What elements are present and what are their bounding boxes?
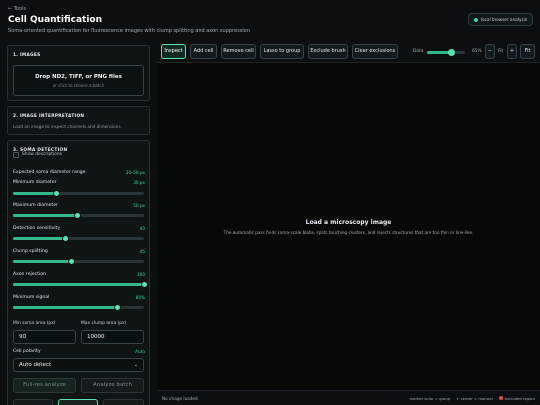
zoom-value: 65%	[472, 49, 482, 54]
sensitivity-slider[interactable]	[13, 235, 144, 242]
axon-row: Axon rejection 100	[13, 272, 145, 277]
clump-slider[interactable]	[13, 258, 144, 265]
max-diameter-slider[interactable]	[13, 212, 144, 219]
sensitivity-label: Detection sensitivity	[13, 226, 61, 231]
status-text: No image loaded.	[162, 396, 199, 401]
hint-manual: + center = manual	[456, 396, 493, 401]
clump-value: 45	[139, 249, 145, 254]
min-signal-value: 80%	[135, 295, 145, 300]
lasso-group-button[interactable]: Lasso to group	[260, 44, 304, 59]
show-descriptions-label: Show descriptions	[22, 152, 62, 157]
slider-handle[interactable]	[61, 235, 69, 242]
header: ← Tools Cell Quantification Soma-oriente…	[0, 0, 540, 42]
add-cell-button[interactable]: Add cell	[190, 44, 217, 59]
status-bar: No image loaded. marker color = group + …	[157, 390, 540, 405]
badge-label: local browser analysis	[480, 17, 527, 22]
slider-handle[interactable]	[140, 281, 148, 288]
show-descriptions-checkbox[interactable]	[13, 152, 19, 158]
slider-fill	[13, 283, 144, 286]
max-clump-input[interactable]: 10000	[81, 330, 144, 344]
max-diameter-label: Maximum diameter	[13, 203, 58, 208]
zoom-label: Data	[413, 49, 424, 54]
slider-handle[interactable]	[114, 304, 122, 311]
empty-state-subtitle: The automatic pass finds soma-scale blob…	[223, 230, 474, 235]
expected-range-label: Expected soma diameter range	[13, 170, 86, 175]
clump-row: Clump splitting 45	[13, 249, 145, 254]
sensitivity-value: 40	[139, 226, 145, 231]
interpretation-panel-title: 2. IMAGE INTERPRETATION	[13, 114, 85, 119]
min-signal-slider[interactable]	[13, 304, 144, 311]
empty-state-title: Load a microscopy image	[305, 219, 392, 226]
axon-value: 100	[137, 272, 145, 277]
sensitivity-row: Detection sensitivity 40	[13, 226, 145, 231]
min-diameter-value: 30 px	[133, 180, 145, 185]
slider-fill	[13, 192, 57, 195]
images-panel: 1. IMAGES Drop ND2, TIFF, or PNG files o…	[7, 45, 150, 101]
image-canvas[interactable]: Load a microscopy image The automatic pa…	[157, 62, 540, 390]
tool-toolbar: Inspect Add cell Remove cell Lasso to gr…	[157, 42, 540, 62]
legend-hints: marker color = group + center = manual e…	[409, 396, 535, 401]
axon-label: Axon rejection	[13, 272, 46, 277]
exclude-brush-button[interactable]: Exclude brush	[308, 44, 348, 59]
polarity-row: Cell polarity Auto	[13, 349, 145, 354]
local-analysis-badge: local browser analysis	[467, 13, 533, 26]
extra-button-2[interactable]	[58, 399, 98, 405]
min-diameter-row: Minimum diameter 30 px	[13, 180, 145, 185]
remove-cell-button[interactable]: Remove cell	[221, 44, 256, 59]
polarity-label: Cell polarity	[13, 349, 41, 354]
clump-label: Clump splitting	[13, 249, 48, 254]
page-title: Cell Quantification	[8, 15, 102, 25]
axon-slider[interactable]	[13, 281, 148, 288]
back-link[interactable]: ← Tools	[8, 6, 26, 12]
min-area-label: Min soma area (px)	[13, 321, 56, 326]
images-panel-title: 1. IMAGES	[13, 53, 41, 58]
slider-fill	[13, 214, 78, 217]
zoom-slider[interactable]	[427, 49, 465, 56]
max-diameter-value: 50 px	[133, 203, 145, 208]
zoom-in-button[interactable]: +	[507, 44, 517, 59]
min-diameter-slider[interactable]	[13, 190, 144, 197]
zoom-out-button[interactable]: −	[485, 44, 495, 59]
analyze-batch-button[interactable]: Analyze batch	[81, 378, 144, 393]
min-area-input[interactable]: 90	[13, 330, 76, 344]
expected-range-value: 30–50 px	[125, 170, 145, 175]
inspect-tool-button[interactable]: Inspect	[161, 44, 186, 59]
drop-zone-title: Drop ND2, TIFF, or PNG files	[35, 74, 122, 80]
max-diameter-row: Maximum diameter 50 px	[13, 203, 145, 208]
slider-handle[interactable]	[52, 190, 60, 197]
slider-fill	[13, 237, 66, 240]
excluded-dot-icon	[498, 396, 503, 400]
slider-handle[interactable]	[68, 258, 76, 265]
expected-range-row: Expected soma diameter range 30–50 px	[13, 170, 145, 175]
polarity-value: Auto	[135, 349, 145, 354]
min-signal-label: Minimum signal	[13, 295, 50, 300]
drop-zone-subtitle: or click to choose a batch	[52, 83, 105, 88]
min-diameter-label: Minimum diameter	[13, 180, 57, 185]
hint-marker-color: marker color = group	[409, 396, 451, 401]
hint-excluded: excluded region	[498, 396, 535, 401]
fit-button[interactable]: Fit	[520, 44, 535, 59]
max-clump-label: Max clump area (px)	[81, 321, 127, 326]
soma-detection-panel: 3. SOMA DETECTION Show descriptions Expe…	[7, 140, 150, 405]
slider-handle[interactable]	[448, 49, 456, 56]
hint-excluded-label: excluded region	[504, 396, 535, 401]
interpretation-panel: 2. IMAGE INTERPRETATION Load an image to…	[7, 106, 150, 135]
slider-fill	[13, 260, 72, 263]
status-dot-icon	[473, 17, 478, 22]
interpretation-text: Load an image to inspect channels and di…	[13, 124, 122, 129]
full-res-analyze-button[interactable]: Full-res analyze	[13, 378, 76, 393]
polarity-select[interactable]: Auto detect ⌄	[13, 358, 144, 372]
file-drop-zone[interactable]: Drop ND2, TIFF, or PNG files or click to…	[13, 65, 144, 96]
polarity-select-value: Auto detect	[19, 362, 52, 368]
extra-button-3[interactable]	[103, 399, 144, 405]
slider-fill	[13, 306, 118, 309]
min-signal-row: Minimum signal 80%	[13, 295, 145, 300]
extra-button-1[interactable]	[13, 399, 53, 405]
clear-exclusions-button[interactable]: Clear exclusions	[352, 44, 398, 59]
fit-small-label[interactable]: Fit	[498, 49, 503, 54]
slider-handle[interactable]	[73, 212, 81, 219]
chevron-down-icon: ⌄	[133, 362, 138, 368]
page-subtitle: Soma-oriented quantification for fluores…	[8, 28, 250, 34]
sidebar: 1. IMAGES Drop ND2, TIFF, or PNG files o…	[7, 45, 150, 405]
